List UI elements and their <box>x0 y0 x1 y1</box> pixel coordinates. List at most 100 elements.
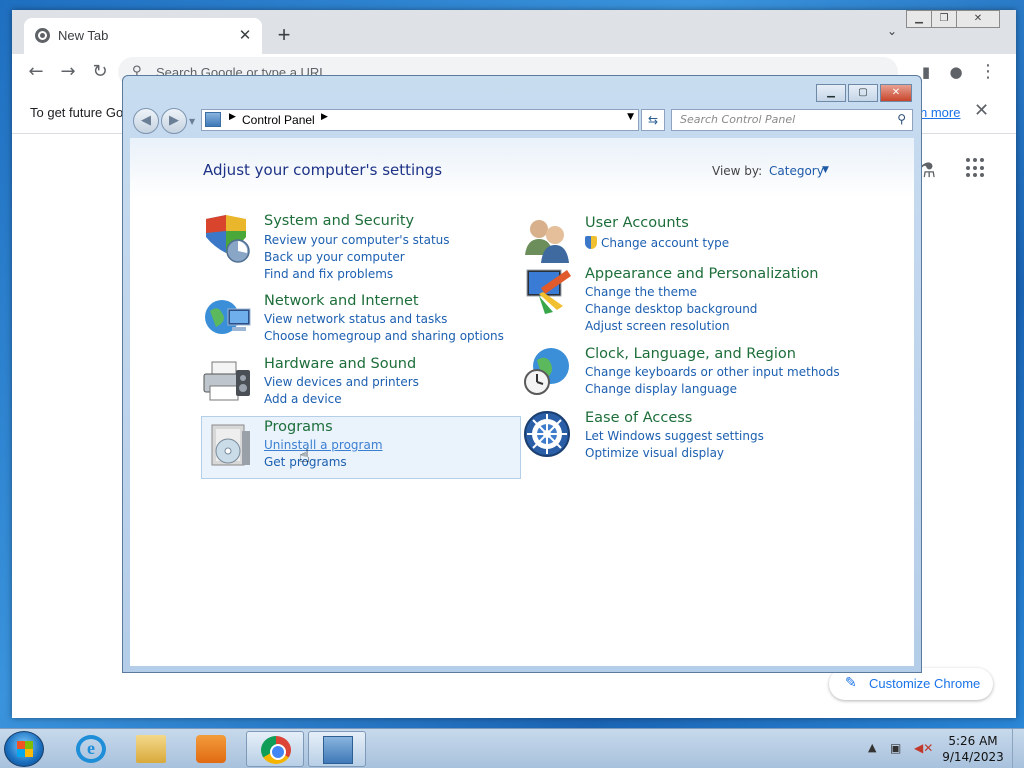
category-title[interactable]: Appearance and Personalization <box>585 266 819 282</box>
programs-icon <box>211 424 250 466</box>
chrome-icon <box>261 736 291 764</box>
link-optimize-visual-display[interactable]: Optimize visual display <box>585 446 724 460</box>
link-windows-suggest-settings[interactable]: Let Windows suggest settings <box>585 429 764 443</box>
breadcrumb-separator-icon[interactable]: ▶ <box>229 112 236 122</box>
minimize-button[interactable]: ▁ <box>906 10 932 28</box>
cp-content: Adjust your computer's settings View by:… <box>130 138 914 666</box>
profile-icon[interactable]: ● <box>944 60 968 84</box>
link-network-status[interactable]: View network status and tasks <box>264 312 447 326</box>
chevron-down-icon[interactable]: ▼ <box>822 165 829 175</box>
category-title[interactable]: Ease of Access <box>585 410 692 426</box>
page-title: Adjust your computer's settings <box>203 161 443 179</box>
category-user-accounts: User Accounts Change account type <box>523 215 843 263</box>
cp-search-placeholder: Search Control Panel <box>680 113 796 126</box>
link-add-device[interactable]: Add a device <box>264 392 342 406</box>
pencil-icon: ✎ <box>845 675 857 691</box>
link-change-account-type[interactable]: Change account type <box>585 236 729 250</box>
category-title[interactable]: Programs <box>264 419 333 435</box>
breadcrumb-separator-icon[interactable]: ▶ <box>321 112 328 122</box>
reload-icon[interactable]: ↻ <box>88 60 112 84</box>
internet-explorer-icon: e <box>76 735 106 763</box>
shield-icon <box>206 215 250 263</box>
infobar-learn-more-link[interactable]: n more <box>920 105 960 120</box>
show-desktop-button[interactable] <box>1012 729 1024 768</box>
cp-back-icon[interactable]: ◀ <box>133 108 159 134</box>
cp-minimize-button[interactable]: ▁ <box>816 84 846 102</box>
cp-maximize-button[interactable]: ▢ <box>848 84 878 102</box>
link-label[interactable]: Change account type <box>601 236 729 250</box>
category-title[interactable]: System and Security <box>264 213 414 229</box>
network-icon <box>205 300 251 334</box>
taskbar-chrome[interactable] <box>246 731 304 767</box>
link-screen-resolution[interactable]: Adjust screen resolution <box>585 319 730 333</box>
taskbar-media-player[interactable] <box>182 731 240 767</box>
link-uninstall-program[interactable]: Uninstall a program <box>264 438 383 452</box>
category-network-internet: Network and Internet View network status… <box>202 293 522 349</box>
category-title[interactable]: Clock, Language, and Region <box>585 346 796 362</box>
link-backup[interactable]: Back up your computer <box>264 250 405 264</box>
category-system-security: System and Security Review your computer… <box>202 213 522 283</box>
category-programs[interactable]: Programs Uninstall a program Get program… <box>201 416 521 479</box>
category-appearance: Appearance and Personalization Change th… <box>523 266 853 336</box>
ease-of-access-icon <box>524 411 570 457</box>
link-display-language[interactable]: Change display language <box>585 382 737 396</box>
view-by-dropdown[interactable]: Category <box>769 164 824 178</box>
show-hidden-icons-icon[interactable]: ▲ <box>868 741 876 754</box>
hand-cursor-icon: ☝ <box>299 446 310 467</box>
infobar-close-icon[interactable]: ✕ <box>974 100 989 121</box>
recent-pages-dropdown-icon[interactable]: ▼ <box>189 117 195 126</box>
breadcrumb-control-panel[interactable]: Control Panel <box>242 113 315 127</box>
users-icon <box>525 220 569 263</box>
control-panel-window: ▁ ▢ ✕ ◀ ▶ ▼ ▶ Control Panel ▶ ▼ ⇆ Search… <box>122 75 922 673</box>
refresh-icon[interactable]: ⇆ <box>641 109 665 131</box>
appearance-icon <box>526 269 571 314</box>
start-button[interactable] <box>4 731 44 767</box>
cp-window-controls: ▁ ▢ ✕ <box>814 84 912 102</box>
taskbar-internet-explorer[interactable]: e <box>62 731 120 767</box>
category-title[interactable]: Network and Internet <box>264 293 419 309</box>
chrome-window-controls: ▁ ❐ ✕ <box>906 10 1000 30</box>
clock-date[interactable]: 9/14/2023 <box>940 750 1006 764</box>
category-title[interactable]: Hardware and Sound <box>264 356 416 372</box>
chrome-tabstrip: New Tab ✕ + ⌄ ▁ ❐ ✕ <box>12 10 1016 54</box>
tab-close-icon[interactable]: ✕ <box>234 24 256 46</box>
link-find-fix[interactable]: Find and fix problems <box>264 267 393 281</box>
cp-navigation: ◀ ▶ ▼ <box>133 108 195 134</box>
address-bar[interactable]: ▶ Control Panel ▶ ▼ <box>201 109 639 131</box>
taskbar-control-panel[interactable] <box>308 731 366 767</box>
globe-clock-icon <box>524 348 569 395</box>
category-title[interactable]: User Accounts <box>585 215 689 231</box>
tab-search-icon[interactable]: ⌄ <box>880 24 904 48</box>
infobar-text: To get future Go <box>30 105 124 120</box>
back-icon[interactable]: ← <box>24 60 48 84</box>
cp-forward-icon[interactable]: ▶ <box>161 108 187 134</box>
link-desktop-background[interactable]: Change desktop background <box>585 302 757 316</box>
category-clock-language-region: Clock, Language, and Region Change keybo… <box>523 346 853 402</box>
close-button[interactable]: ✕ <box>956 10 1000 28</box>
forward-icon[interactable]: → <box>56 60 80 84</box>
search-icon[interactable]: ⚲ <box>897 112 906 126</box>
chrome-tab-new-tab[interactable]: New Tab ✕ <box>24 18 262 54</box>
customize-chrome-label: Customize Chrome <box>869 676 981 691</box>
volume-muted-icon[interactable]: ◀✕ <box>914 741 933 755</box>
cp-close-button[interactable]: ✕ <box>880 84 912 102</box>
link-homegroup[interactable]: Choose homegroup and sharing options <box>264 329 504 343</box>
link-devices-printers[interactable]: View devices and printers <box>264 375 419 389</box>
media-player-icon <box>196 735 226 763</box>
taskbar-file-explorer[interactable] <box>122 731 180 767</box>
network-tray-icon[interactable]: ▣ <box>890 741 901 755</box>
apps-grid-icon[interactable] <box>966 158 986 178</box>
link-change-theme[interactable]: Change the theme <box>585 285 697 299</box>
cp-search-input[interactable]: Search Control Panel ⚲ <box>671 109 913 131</box>
address-dropdown-icon[interactable]: ▼ <box>627 112 634 122</box>
tab-title: New Tab <box>58 28 109 43</box>
control-panel-icon <box>323 736 353 764</box>
clock-time[interactable]: 5:26 AM <box>940 734 1006 748</box>
link-keyboards-input[interactable]: Change keyboards or other input methods <box>585 365 840 379</box>
chrome-favicon-icon <box>35 28 50 43</box>
link-review-status[interactable]: Review your computer's status <box>264 233 450 247</box>
new-tab-button[interactable]: + <box>270 22 298 50</box>
restore-button[interactable]: ❐ <box>931 10 957 28</box>
menu-icon[interactable]: ⋮ <box>976 60 1000 84</box>
control-panel-icon <box>205 112 221 127</box>
